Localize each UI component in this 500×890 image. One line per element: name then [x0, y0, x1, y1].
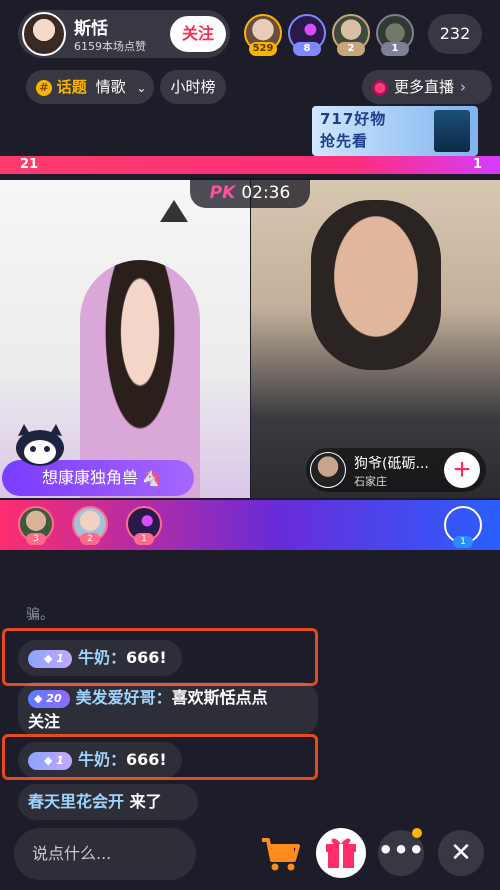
follow-button[interactable]: 关注 — [170, 16, 226, 52]
more-live-button[interactable]: 更多直播 › — [362, 70, 492, 104]
fan-level-badge: ◆ 20 — [28, 689, 70, 708]
contributor-avatar[interactable]: 3 — [18, 506, 54, 545]
comment-item[interactable]: 春天里花会开 来了 — [18, 784, 198, 820]
banner-building-icon — [434, 110, 470, 152]
fan-level-badge: ◆ 1 — [28, 649, 72, 668]
pk-score-bar — [0, 156, 500, 174]
more-live-label: 更多直播 — [394, 78, 455, 96]
close-button[interactable]: ✕ — [438, 830, 484, 876]
comment-partial: 骗。 — [26, 607, 54, 623]
comment-user: 美发爱好哥： — [75, 688, 172, 707]
viewer-rank-badge: 529 — [249, 42, 277, 56]
viewer-avatar[interactable]: 1 — [376, 14, 414, 56]
viewer-rank-badge: 2 — [337, 42, 365, 56]
banner-line2: 抢先看 — [320, 132, 369, 150]
opponent-location: 石家庄 — [354, 475, 387, 488]
contributor-rank-badge: 1 — [134, 533, 154, 545]
cat-mascot-icon — [16, 424, 64, 466]
pk-countdown: 02:36 — [241, 183, 291, 203]
pk-left-score: 21 — [20, 157, 39, 172]
contributor-rank-badge: 2 — [80, 533, 100, 545]
comment-text: 来了 — [124, 792, 162, 811]
shopping-cart-icon[interactable] — [258, 832, 302, 876]
triangle-decoration-icon — [160, 200, 188, 222]
comment-item[interactable]: ◆ 1 牛奶：666! — [18, 640, 182, 676]
host-likes: 6159本场点赞 — [74, 40, 146, 53]
contributor-avatar[interactable]: 2 — [72, 506, 108, 545]
comment-user: 牛奶： — [77, 750, 126, 769]
viewer-avatar[interactable]: 2 — [332, 14, 370, 56]
opponent-follow-button[interactable]: + — [444, 452, 480, 488]
banner-line1: 717好物 — [320, 110, 387, 128]
contributor-rank-badge: 3 — [26, 533, 46, 545]
topic-prefix: 话题 — [56, 78, 87, 96]
viewer-avatar[interactable]: 529 — [244, 14, 282, 56]
comment-item[interactable]: ◆ 20 美发爱好哥：喜欢斯恬点点关注 — [18, 682, 318, 736]
comment-text: 喜欢斯恬点点 — [171, 688, 268, 707]
notification-dot — [412, 828, 422, 838]
pk-logo: PK — [209, 183, 236, 203]
chevron-down-icon: ⌄ — [136, 81, 147, 95]
hour-rank-button[interactable]: 小时榜 — [160, 70, 226, 104]
viewer-rank-badge: 1 — [381, 42, 409, 56]
opponent-contributor-slot[interactable]: 1 — [444, 506, 482, 548]
pk-right-score: 1 — [472, 157, 482, 172]
opponent-name: 狗爷(砥砺... — [354, 456, 429, 472]
chevron-right-icon: › — [460, 78, 467, 96]
viewer-count[interactable]: 232 — [428, 14, 482, 54]
opponent-avatar[interactable] — [310, 452, 346, 488]
opponent-figure — [311, 200, 441, 370]
comment-item[interactable]: ◆ 1 牛奶：666! — [18, 742, 182, 778]
host-avatar[interactable] — [22, 12, 66, 56]
anchor-name: 想康康独角兽 — [42, 468, 139, 487]
comment-text: 666! — [125, 750, 167, 769]
contributor-avatar[interactable]: 1 — [126, 506, 162, 545]
topic-pill[interactable]: # 话题 情歌 ⌄ — [26, 70, 154, 104]
comment-text: 666! — [125, 648, 167, 667]
contributor-rank-badge: 1 — [453, 536, 473, 548]
comment-user: 春天里花会开 — [28, 792, 125, 811]
pk-timer: PK 02:36 — [190, 178, 310, 208]
gift-icon — [326, 838, 356, 868]
fan-level-badge: ◆ 1 — [28, 751, 72, 770]
host-name: 斯恬 — [74, 19, 108, 39]
comment-text-continued: 关注 — [28, 712, 61, 731]
comment-input[interactable]: 说点什么... — [14, 828, 196, 880]
gift-button[interactable] — [316, 828, 366, 878]
comment-user: 牛奶： — [77, 648, 126, 667]
live-icon — [372, 79, 388, 96]
viewer-rank-badge: 8 — [293, 42, 321, 56]
viewer-avatar[interactable]: 8 — [288, 14, 326, 56]
topic-icon: # — [36, 79, 52, 96]
topic-name: 情歌 — [95, 78, 126, 96]
unicorn-icon: 🦄 — [142, 468, 162, 487]
promo-banner[interactable]: 717好物 抢先看 — [312, 106, 478, 156]
